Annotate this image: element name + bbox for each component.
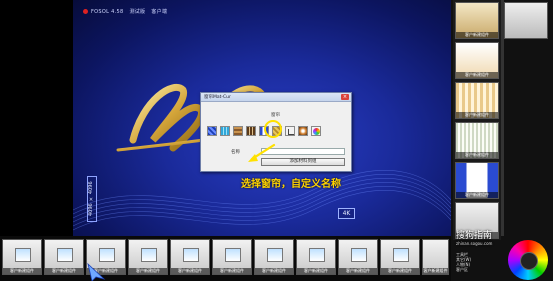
bottom-thumbnail-strip: 客户新建组件 客户新建组件 客户新建组件 客户新建组件 客户新建组件 客户新建组… [0, 236, 451, 281]
pattern-blue-icon[interactable] [207, 126, 217, 136]
resolution-side-label: 4096 × 4096 [87, 176, 97, 222]
room-preview-thumbnail[interactable] [504, 2, 548, 39]
thumbnail-column: 客户新建组件 客户新建组件 客户新建组件 客户新建组件 客户新建组件 客户新建组… [453, 0, 501, 240]
curtain-wood-icon[interactable] [246, 126, 256, 136]
scene-thumbnail[interactable]: 客户新建组件 [128, 239, 168, 275]
lamp-glow-icon[interactable] [298, 126, 308, 136]
close-icon[interactable]: × [341, 94, 349, 100]
window-icon [309, 248, 325, 262]
instruction-caption: 选择窗帘，自定义名称 [241, 179, 341, 190]
window-icon [141, 248, 157, 262]
scene-thumbnail[interactable]: 客户新建组件 [422, 239, 449, 275]
scene-thumbnail[interactable]: 客户新建组件 [338, 239, 378, 275]
scene-thumbnail[interactable]: 客户新建组件 [380, 239, 420, 275]
selection-highlight-ring [264, 120, 282, 138]
library-thumbnail[interactable]: 客户新建组件 [455, 162, 499, 199]
pointer-arrow-icon [248, 143, 276, 162]
watermark-text: 搜狗指南 [456, 231, 493, 241]
window-icon [267, 248, 283, 262]
tile-cyan-icon[interactable] [220, 126, 230, 136]
dialog-titlebar[interactable]: 窗帘Mat-Cur × [201, 93, 351, 102]
window-icon [57, 248, 73, 262]
dialog-title: 窗帘Mat-Cur [204, 95, 231, 100]
scene-thumbnail[interactable]: 客户新建组件 [44, 239, 84, 275]
viewport-title-bar: FOSOL 4.58 测试版 客户端 [83, 8, 173, 15]
scene-thumbnail[interactable]: 客户新建组件 [2, 239, 42, 275]
window-icon [183, 248, 199, 262]
watermark-url: zhinan.sogou.com [456, 241, 493, 246]
version-label: FOSOL 4.58 [91, 9, 124, 15]
window-icon [225, 248, 241, 262]
category-item[interactable]: 客户区 [456, 267, 471, 272]
library-thumbnail[interactable]: 客户新建组件 [455, 122, 499, 159]
sogou-watermark: 搜狗指南 zhinan.sogou.com [456, 228, 506, 250]
library-thumbnail[interactable]: 客户新建组件 [455, 42, 499, 79]
chair-icon[interactable] [285, 126, 295, 136]
scene-thumbnail[interactable]: 客户新建组件 [170, 239, 210, 275]
category-list: 工具栏 其它(W) 人物(N) 客户区 [456, 252, 471, 272]
app-window: FOSOL 4.58 测试版 客户端 4096 × 4096 4K 选择窗帘，自… [0, 0, 553, 281]
color-ball-icon[interactable] [311, 126, 321, 136]
name-label: 名称 [231, 150, 240, 155]
4k-badge: 4K [338, 208, 355, 219]
wood-panel-icon[interactable] [233, 126, 243, 136]
color-wheel-picker[interactable] [508, 240, 548, 280]
window-icon [393, 248, 409, 262]
group-label: 窗帘 [271, 113, 280, 118]
library-thumbnail[interactable]: 客户新建组件 [455, 2, 499, 39]
scene-thumbnail[interactable]: 客户新建组件 [296, 239, 336, 275]
mouse-cursor-icon [87, 262, 106, 281]
scene-thumbnail[interactable]: 客户新建组件 [212, 239, 252, 275]
window-icon [15, 248, 31, 262]
scene-thumbnail[interactable]: 客户新建组件 [254, 239, 294, 275]
window-icon [99, 248, 115, 262]
edition-label: 测试版 [129, 9, 146, 15]
client-label: 客户端 [151, 9, 168, 15]
app-logo-icon [83, 9, 88, 14]
window-icon [351, 248, 367, 262]
library-thumbnail[interactable]: 客户新建组件 [455, 82, 499, 119]
